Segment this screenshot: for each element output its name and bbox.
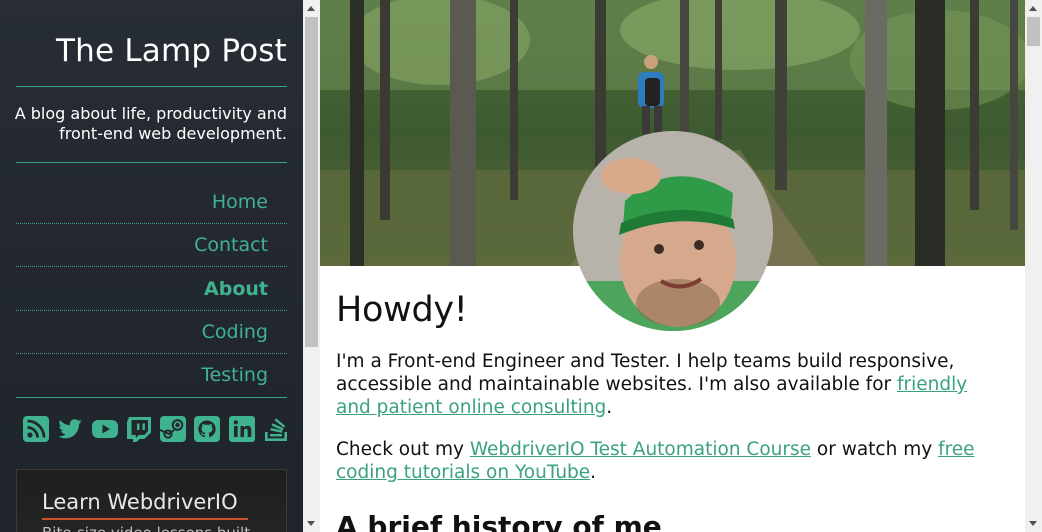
check-end: . <box>590 462 597 483</box>
divider <box>16 162 287 163</box>
twitch-icon[interactable] <box>125 415 153 443</box>
intro-text: I'm a Front-end Engineer and Tester. I h… <box>336 351 955 395</box>
links-paragraph: Check out my WebdriverIO Test Automation… <box>336 438 1001 484</box>
social-links <box>22 414 290 444</box>
scroll-down-arrow-icon[interactable] <box>1029 521 1037 526</box>
divider <box>16 86 287 87</box>
main-nav: Home Contact About Coding Testing <box>16 180 287 397</box>
nav-item-contact[interactable]: Contact <box>16 223 287 266</box>
promo-title: Learn WebdriverIO <box>42 490 238 514</box>
page-heading: Howdy! <box>336 290 468 330</box>
steam-icon[interactable] <box>159 415 187 443</box>
scroll-up-arrow-icon[interactable] <box>1029 6 1037 11</box>
nav-item-about[interactable]: About <box>16 266 287 309</box>
divider <box>16 397 287 398</box>
site-title[interactable]: The Lamp Post <box>7 32 287 70</box>
main-content: Howdy! I'm a Front-end Engineer and Test… <box>320 0 1025 532</box>
scroll-up-arrow-icon[interactable] <box>307 6 315 11</box>
intro-paragraph: I'm a Front-end Engineer and Tester. I h… <box>336 350 1001 419</box>
linkedin-icon[interactable] <box>228 415 256 443</box>
intro-end: . <box>606 397 613 418</box>
scroll-down-arrow-icon[interactable] <box>307 521 315 526</box>
github-icon[interactable] <box>193 415 221 443</box>
nav-item-home[interactable]: Home <box>16 180 287 223</box>
scrollbar-thumb[interactable] <box>305 17 318 347</box>
rss-icon[interactable] <box>22 415 50 443</box>
twitter-icon[interactable] <box>56 415 84 443</box>
scrollbar-thumb[interactable] <box>1027 17 1040 46</box>
page-scrollbar[interactable] <box>1025 0 1042 532</box>
history-heading: A brief history of me <box>336 510 662 532</box>
course-promo-banner[interactable]: Learn WebdriverIO Bite-size video lesson… <box>16 469 287 532</box>
sidebar-scrollbar[interactable] <box>303 0 320 532</box>
stackoverflow-icon[interactable] <box>262 415 290 443</box>
course-link[interactable]: WebdriverIO Test Automation Course <box>470 439 811 460</box>
sidebar: The Lamp Post A blog about life, product… <box>0 0 303 532</box>
promo-subtitle: Bite-size video lessons built <box>42 524 250 532</box>
nav-item-testing[interactable]: Testing <box>16 353 287 396</box>
nav-item-coding[interactable]: Coding <box>16 309 287 353</box>
article-body: Howdy! I'm a Front-end Engineer and Test… <box>336 288 1001 532</box>
site-tagline: A blog about life, productivity and fron… <box>14 104 287 143</box>
check-text: Check out my <box>336 439 470 460</box>
or-text: or watch my <box>811 439 939 460</box>
promo-underline <box>42 518 248 520</box>
youtube-icon[interactable] <box>91 415 119 443</box>
